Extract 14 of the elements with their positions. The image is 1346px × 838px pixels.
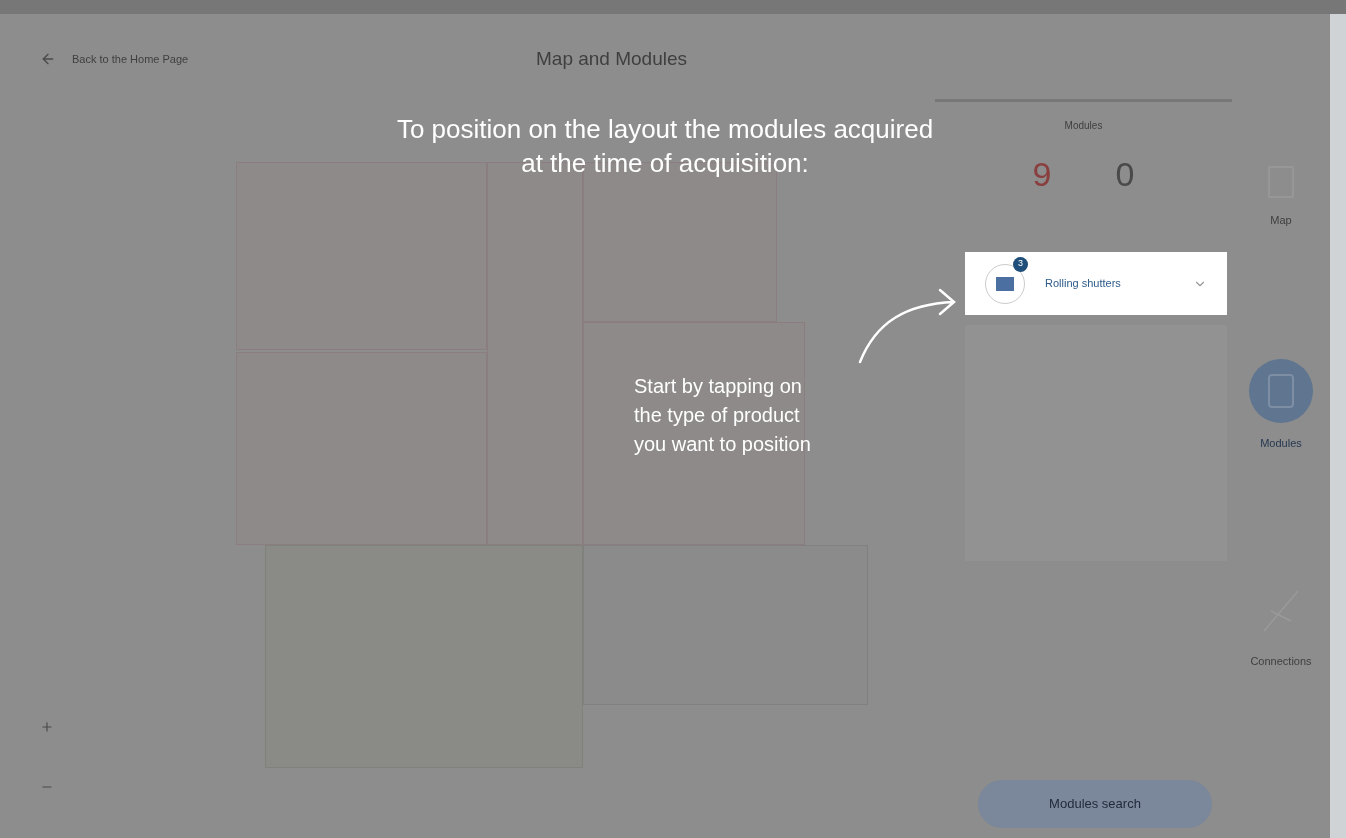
module-count: 0 [1115,154,1135,195]
count-badge: 3 [1013,256,1028,272]
tutorial-title: To position on the layout the modules acquired at the time of acquisition: [395,113,935,180]
tutorial-hint: Start by tapping on the type of product you want to position [634,374,812,457]
sidebar-tab[interactable]: Modules [1249,358,1313,451]
back-button[interactable]: Back to the Home Page [40,50,520,68]
page-title: Map and Modules [536,46,688,71]
sidebar-tab[interactable]: Map [1266,164,1296,229]
module-count: 9 [1032,154,1052,195]
product-type-row[interactable]: 3 Rolling shutters [965,252,1227,315]
modules-heading: Modules [1064,119,1103,133]
plus-icon [40,720,54,734]
modules-search-button[interactable]: Modules search [978,780,1212,828]
sidebar-tab[interactable]: Connections [1250,581,1312,670]
